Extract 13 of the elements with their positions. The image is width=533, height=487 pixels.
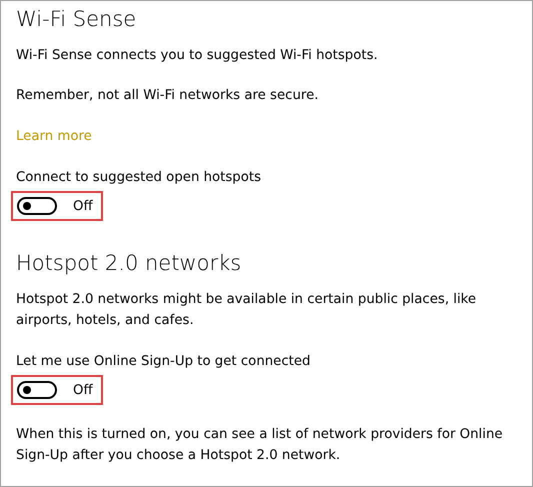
description-text: Hotspot 2.0 networks might be available in certain public places, like airports, hotels, and cafes. xyxy=(16,291,478,330)
toggle-state: Off xyxy=(73,382,93,398)
learn-more-link[interactable]: Learn more xyxy=(16,126,92,147)
toggle-switch[interactable] xyxy=(17,197,57,215)
toggle-switch[interactable] xyxy=(17,381,57,399)
toggle-state: Off xyxy=(73,198,93,214)
toggle-label: Connect to suggested open hotspots xyxy=(16,169,262,187)
section-heading: Hotspot 2.0 networks xyxy=(16,250,242,277)
section-heading: Wi-Fi Sense xyxy=(16,6,138,33)
description-text: Wi-Fi Sense connects you to suggested Wi-Fi hotspots. xyxy=(16,47,379,65)
description-text: When this is turned on, you can see a list of network providers for Online Sign-Up after you choose a Hotspot 2.0 network. xyxy=(16,426,504,465)
toggle-label: Let me use Online Sign-Up to get connected xyxy=(16,353,312,371)
description-text: Remember, not all Wi-Fi networks are secure. xyxy=(16,87,320,105)
